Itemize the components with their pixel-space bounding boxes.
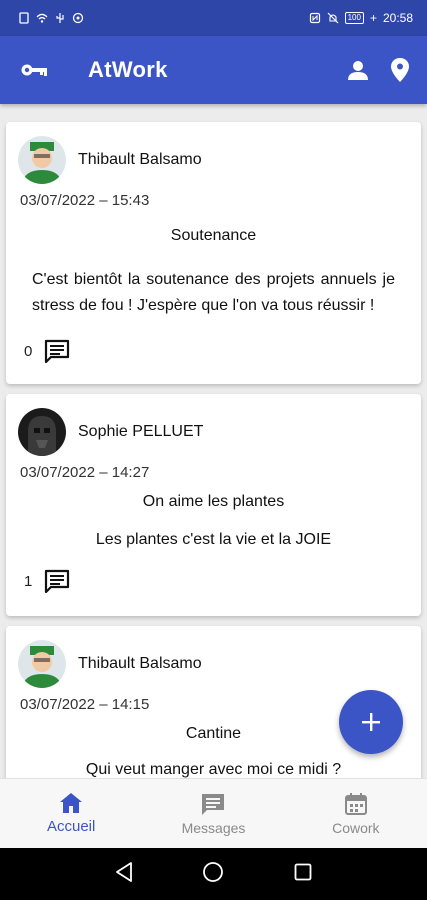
- post-card[interactable]: Sophie PELLUET 03/07/2022 – 14:27 On aim…: [6, 394, 421, 616]
- key-icon[interactable]: [20, 62, 48, 78]
- battery-icon: 100: [344, 12, 364, 24]
- home-button-icon[interactable]: [202, 861, 224, 888]
- profile-icon[interactable]: [347, 59, 369, 81]
- avatar[interactable]: [18, 408, 66, 456]
- nav-label: Cowork: [332, 819, 380, 836]
- message-icon: [202, 793, 225, 815]
- sync-icon: [72, 12, 84, 24]
- comment-count: 0: [24, 342, 33, 360]
- system-navigation: [0, 848, 427, 900]
- post-author[interactable]: Thibault Balsamo: [78, 655, 202, 673]
- nav-label: Messages: [181, 819, 246, 836]
- nav-item-accueil[interactable]: Accueil: [0, 792, 142, 835]
- nav-item-cowork[interactable]: Cowork: [285, 792, 427, 836]
- post-date: 03/07/2022 – 15:43: [20, 192, 150, 209]
- post-date: 03/07/2022 – 14:27: [20, 464, 150, 481]
- mute-icon: [327, 12, 339, 24]
- post-body: C'est bientôt la soutenance des projets …: [32, 271, 395, 314]
- app-title: AtWork: [88, 57, 168, 82]
- post-body: Qui veut manger avec moi ce midi ?: [85, 761, 342, 778]
- plus-icon: [362, 713, 380, 731]
- post-body: Les plantes c'est la vie et la JOIE: [95, 531, 332, 548]
- home-icon: [60, 793, 83, 813]
- post-card[interactable]: Thibault Balsamo 03/07/2022 – 15:43 Sout…: [6, 122, 421, 384]
- app-bar: AtWork: [0, 36, 427, 104]
- wifi-icon: [36, 13, 48, 23]
- status-right-icons: 100 + 20:58: [309, 11, 413, 25]
- post-footer: 1: [24, 569, 409, 593]
- post-header: Sophie PELLUET: [18, 408, 409, 456]
- post-author[interactable]: Thibault Balsamo: [78, 151, 202, 169]
- add-post-button[interactable]: [339, 690, 403, 754]
- calendar-icon: [344, 792, 367, 815]
- sim-icon: [19, 12, 29, 24]
- nav-item-messages[interactable]: Messages: [142, 792, 284, 836]
- status-time: 20:58: [382, 11, 413, 25]
- post-feed[interactable]: Thibault Balsamo 03/07/2022 – 15:43 Sout…: [0, 104, 427, 778]
- recents-icon[interactable]: [294, 863, 312, 886]
- post-title: On aime les plantes: [142, 493, 285, 510]
- post-header: Thibault Balsamo: [18, 136, 409, 184]
- nav-label: Accueil: [46, 818, 96, 835]
- nfc-icon: [309, 12, 320, 24]
- location-icon[interactable]: [391, 58, 409, 82]
- status-bar: 100 + 20:58: [0, 0, 427, 36]
- comment-icon[interactable]: [44, 339, 70, 363]
- avatar[interactable]: [18, 640, 66, 688]
- post-header: Thibault Balsamo: [18, 640, 409, 688]
- avatar[interactable]: [18, 136, 66, 184]
- charging-indicator: +: [369, 11, 377, 25]
- bottom-navigation: Accueil Messages Cowork: [0, 778, 427, 848]
- comment-count: 1: [24, 572, 33, 590]
- app-bar-actions: [347, 58, 409, 82]
- usb-icon: [56, 13, 64, 23]
- back-icon[interactable]: [115, 861, 133, 887]
- comment-icon[interactable]: [44, 569, 70, 593]
- status-left-icons: [18, 12, 84, 24]
- post-author[interactable]: Sophie PELLUET: [78, 423, 203, 441]
- post-footer: 0: [24, 339, 409, 363]
- post-title: Soutenance: [170, 227, 257, 244]
